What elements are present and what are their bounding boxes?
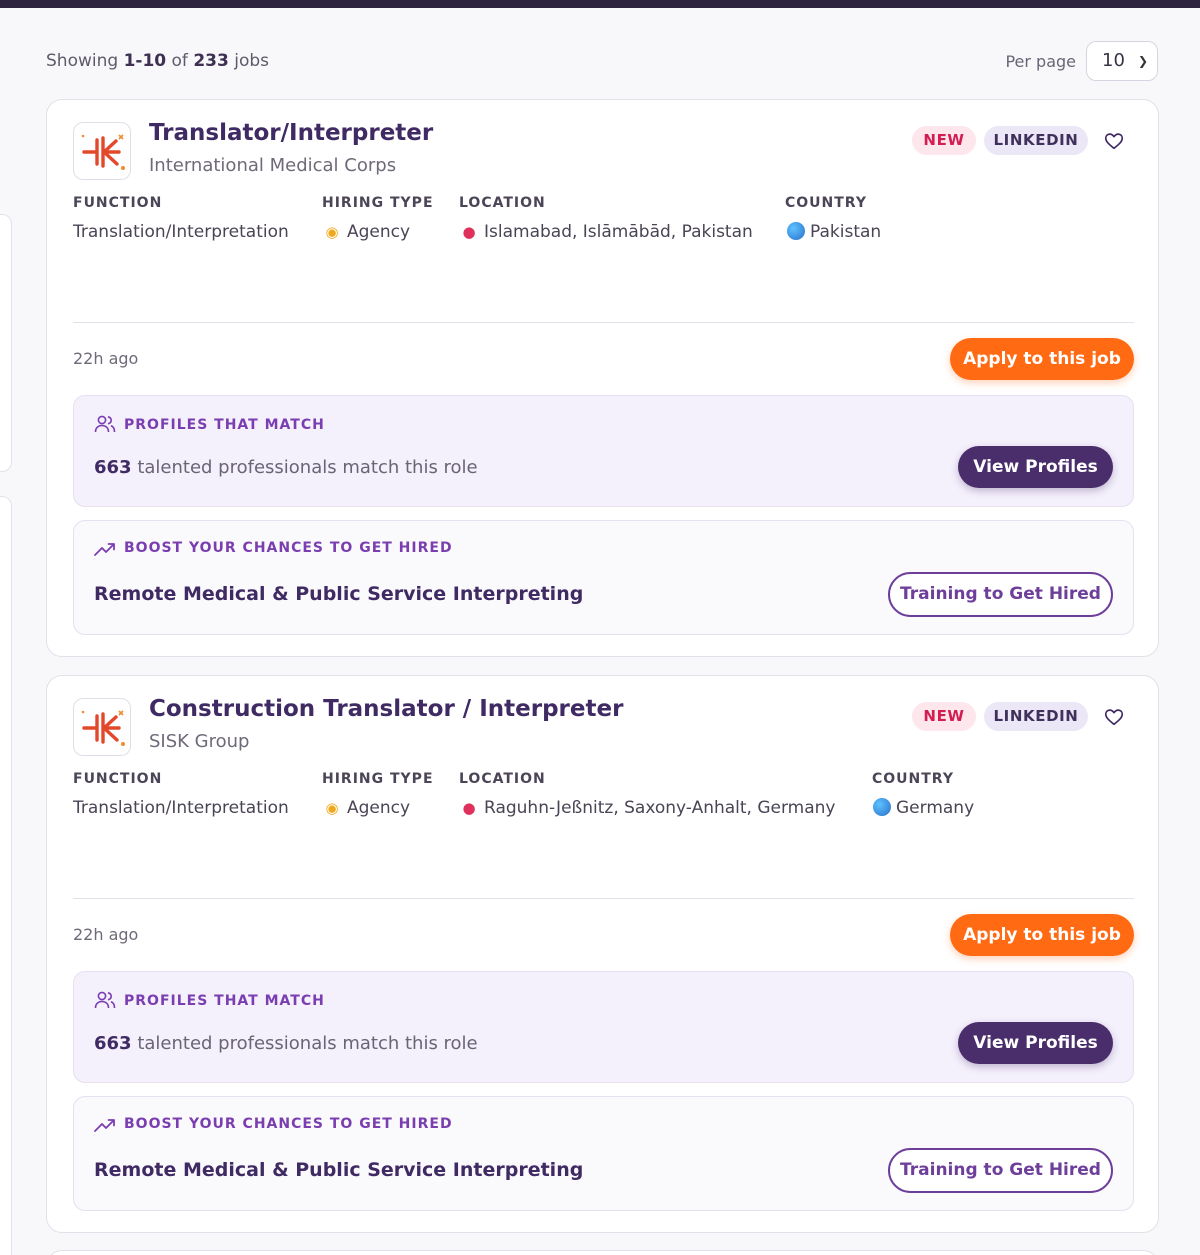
country-label: COUNTRY xyxy=(872,771,954,787)
job-card: Construction Translator / Interpreter SI… xyxy=(46,675,1159,1233)
users-icon xyxy=(94,991,116,1009)
boost-panel: BOOST YOUR CHANCES TO GET HIRED Remote M… xyxy=(73,1096,1134,1211)
location-value: ● Islamabad, Islāmābād, Pakistan xyxy=(459,222,753,242)
hiring-type-label: HIRING TYPE xyxy=(322,771,434,787)
hiring-type-text: Agency xyxy=(347,222,411,242)
job-card: Translator/Interpreter International Med… xyxy=(46,99,1159,657)
new-badge: NEW xyxy=(912,702,976,731)
company-name: International Medical Corps xyxy=(149,155,397,176)
boost-heading: BOOST YOUR CHANCES TO GET HIRED xyxy=(94,1116,453,1132)
function-label: FUNCTION xyxy=(73,195,163,211)
country-text: Germany xyxy=(896,798,975,818)
location-text: Islamabad, Islāmābād, Pakistan xyxy=(484,222,753,242)
view-profiles-button[interactable]: View Profiles xyxy=(958,446,1113,488)
users-icon xyxy=(94,415,116,433)
hiring-type-value: ◉ Agency xyxy=(322,222,410,242)
country-value: Germany xyxy=(873,798,974,818)
results-count: Showing 1-10 of 233 jobs xyxy=(46,51,270,71)
sidebar-panel-edge xyxy=(0,214,12,472)
match-summary: 663 talented professionals match this ro… xyxy=(94,1033,478,1054)
profiles-match-heading: PROFILES THAT MATCH xyxy=(94,991,325,1009)
match-text: talented professionals match this role xyxy=(137,1033,478,1054)
heart-icon[interactable] xyxy=(1103,130,1125,152)
profiles-match-heading: PROFILES THAT MATCH xyxy=(94,415,325,433)
course-title: Remote Medical & Public Service Interpre… xyxy=(94,583,584,605)
per-page-label: Per page xyxy=(1005,52,1076,71)
training-button[interactable]: Training to Get Hired xyxy=(888,572,1113,617)
boost-panel: BOOST YOUR CHANCES TO GET HIRED Remote M… xyxy=(73,520,1134,635)
job-title[interactable]: Translator/Interpreter xyxy=(149,120,433,146)
profiles-match-heading-text: PROFILES THAT MATCH xyxy=(124,417,325,433)
country-text: Pakistan xyxy=(810,222,882,242)
trending-up-icon xyxy=(94,543,115,556)
trending-up-icon xyxy=(94,1119,115,1132)
company-name: SISK Group xyxy=(149,731,250,752)
profiles-match-panel: PROFILES THAT MATCH 663 talented profess… xyxy=(73,395,1134,507)
match-count: 663 xyxy=(94,1033,132,1054)
apply-button[interactable]: Apply to this job xyxy=(950,338,1134,380)
pin-icon: ● xyxy=(462,799,476,817)
profiles-match-heading-text: PROFILES THAT MATCH xyxy=(124,993,325,1009)
profiles-match-panel: PROFILES THAT MATCH 663 talented profess… xyxy=(73,971,1134,1083)
pin-icon: ● xyxy=(462,223,476,241)
sidebar-panel-edge xyxy=(0,496,12,1255)
boost-heading: BOOST YOUR CHANCES TO GET HIRED xyxy=(94,540,453,556)
company-logo-icon xyxy=(73,698,131,756)
divider xyxy=(73,322,1134,323)
handshake-icon: ◉ xyxy=(325,223,339,241)
source-badge: LINKEDIN xyxy=(984,126,1088,155)
function-value: Translation/Interpretation xyxy=(73,798,289,818)
hiring-type-value: ◉ Agency xyxy=(322,798,410,818)
match-count: 663 xyxy=(94,457,132,478)
course-title: Remote Medical & Public Service Interpre… xyxy=(94,1159,584,1181)
country-label: COUNTRY xyxy=(785,195,867,211)
new-badge: NEW xyxy=(912,126,976,155)
posted-time: 22h ago xyxy=(73,349,139,368)
hiring-type-text: Agency xyxy=(347,798,411,818)
training-button[interactable]: Training to Get Hired xyxy=(888,1148,1113,1193)
divider xyxy=(73,898,1134,899)
hiring-type-label: HIRING TYPE xyxy=(322,195,434,211)
location-text: Raguhn-Jeßnitz, Saxony-Anhalt, Germany xyxy=(484,798,836,818)
function-label: FUNCTION xyxy=(73,771,163,787)
boost-heading-text: BOOST YOUR CHANCES TO GET HIRED xyxy=(124,1116,453,1132)
country-value: Pakistan xyxy=(787,222,881,242)
chevron-down-icon: ❯ xyxy=(1137,54,1148,68)
job-card xyxy=(46,1250,1159,1255)
function-value: Translation/Interpretation xyxy=(73,222,289,242)
view-profiles-button[interactable]: View Profiles xyxy=(958,1022,1113,1064)
globe-icon xyxy=(787,222,805,240)
match-text: talented professionals match this role xyxy=(137,457,478,478)
heart-icon[interactable] xyxy=(1103,706,1125,728)
job-title[interactable]: Construction Translator / Interpreter xyxy=(149,696,623,722)
company-logo-icon xyxy=(73,122,131,180)
source-badge: LINKEDIN xyxy=(984,702,1088,731)
location-label: LOCATION xyxy=(459,195,546,211)
boost-heading-text: BOOST YOUR CHANCES TO GET HIRED xyxy=(124,540,453,556)
top-bar xyxy=(0,0,1200,8)
per-page-value: 10 xyxy=(1102,50,1125,71)
results-bar: Showing 1-10 of 233 jobs Per page 10 ❯ xyxy=(46,40,1160,84)
apply-button[interactable]: Apply to this job xyxy=(950,914,1134,956)
globe-icon xyxy=(873,798,891,816)
handshake-icon: ◉ xyxy=(325,799,339,817)
match-summary: 663 talented professionals match this ro… xyxy=(94,457,478,478)
per-page-select[interactable]: 10 ❯ xyxy=(1086,41,1158,81)
location-value: ● Raguhn-Jeßnitz, Saxony-Anhalt, Germany xyxy=(459,798,836,818)
posted-time: 22h ago xyxy=(73,925,139,944)
location-label: LOCATION xyxy=(459,771,546,787)
